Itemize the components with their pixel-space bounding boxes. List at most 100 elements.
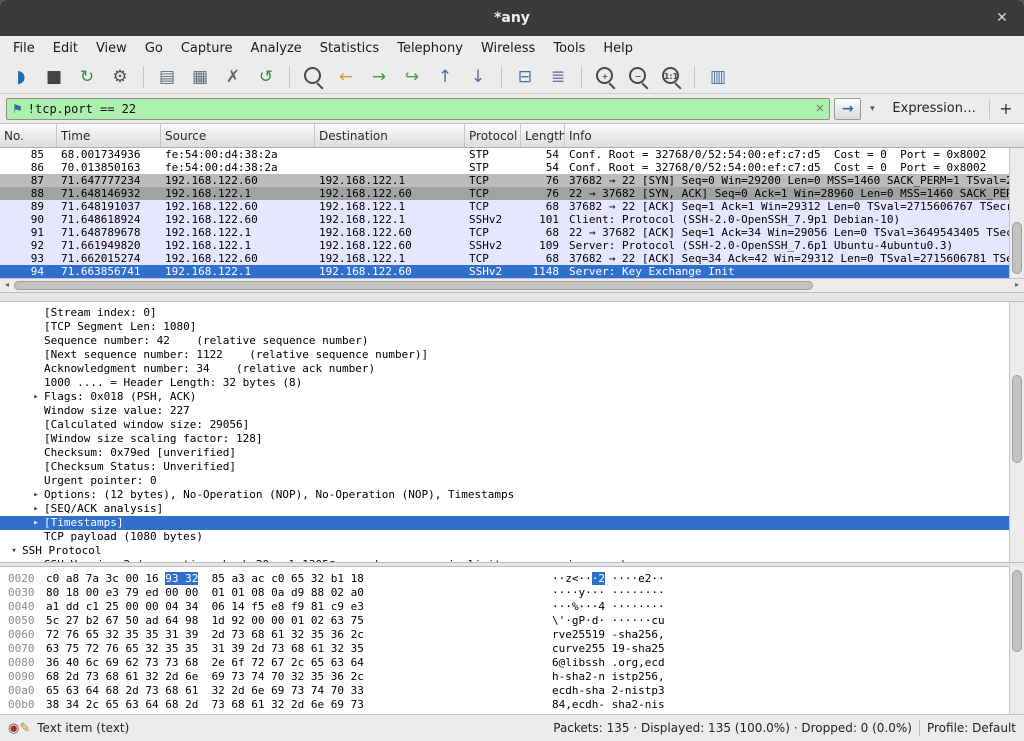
details-vscrollbar-thumb[interactable] xyxy=(1012,375,1022,463)
packet-row[interactable]: 8871.648146932192.168.122.1192.168.122.6… xyxy=(0,187,1009,200)
packet-row[interactable]: 8771.647777234192.168.122.60192.168.122.… xyxy=(0,174,1009,187)
detail-line[interactable]: [Next sequence number: 1122 (relative se… xyxy=(0,348,1009,362)
display-filter-value[interactable]: !tcp.port == 22 xyxy=(28,102,810,116)
menu-telephony[interactable]: Telephony xyxy=(388,38,472,59)
pane-splitter-top[interactable] xyxy=(0,292,1024,302)
menu-view[interactable]: View xyxy=(87,38,136,59)
detail-line[interactable]: ▾SSH Protocol xyxy=(0,544,1009,558)
menu-capture[interactable]: Capture xyxy=(172,38,242,59)
column-header-protocol[interactable]: Protocol xyxy=(465,124,521,147)
restart-capture-icon[interactable]: ↻ xyxy=(74,64,100,90)
detail-line[interactable]: Urgent pointer: 0 xyxy=(0,474,1009,488)
menu-file[interactable]: File xyxy=(4,38,44,59)
status-profile[interactable]: Profile: Default xyxy=(927,721,1016,735)
detail-line[interactable]: TCP payload (1080 bytes) xyxy=(0,530,1009,544)
expert-info-icon[interactable]: ◉ xyxy=(8,721,19,736)
scroll-left-icon[interactable]: ◂ xyxy=(0,280,14,289)
packet-row[interactable]: 9071.648618924192.168.122.60192.168.122.… xyxy=(0,213,1009,226)
hex-row[interactable]: 008036 40 6c 69 62 73 73 68 2e 6f 72 67 … xyxy=(0,656,1009,670)
detail-line[interactable]: 1000 .... = Header Length: 32 bytes (8) xyxy=(0,376,1009,390)
detail-line[interactable]: Acknowledgment number: 34 (relative ack … xyxy=(0,362,1009,376)
packet-row[interactable]: 9371.662015274192.168.122.60192.168.122.… xyxy=(0,252,1009,265)
packet-row[interactable]: 9271.661949820192.168.122.1192.168.122.6… xyxy=(0,239,1009,252)
column-header-info[interactable]: Info xyxy=(565,124,1024,147)
chevron-right-icon[interactable]: ▸ xyxy=(28,502,44,516)
autoscroll-icon[interactable]: ⊟ xyxy=(512,64,538,90)
hex-row[interactable]: 00a065 63 64 68 2d 73 68 61 32 2d 6e 69 … xyxy=(0,684,1009,698)
menu-wireless[interactable]: Wireless xyxy=(472,38,544,59)
start-capture-icon[interactable]: ◗ xyxy=(8,64,34,90)
column-header-destination[interactable]: Destination xyxy=(315,124,465,147)
hex-row[interactable]: 003080 18 00 e3 79 ed 00 00 01 01 08 0a … xyxy=(0,586,1009,600)
packet-row[interactable]: 9471.663856741192.168.122.1192.168.122.6… xyxy=(0,265,1009,278)
save-file-icon[interactable]: ▦ xyxy=(187,64,213,90)
scroll-right-icon[interactable]: ▸ xyxy=(1010,280,1024,289)
hex-vscrollbar[interactable] xyxy=(1009,566,1024,714)
chevron-down-icon[interactable]: ▾ xyxy=(6,544,22,558)
go-to-packet-icon[interactable]: ↪ xyxy=(399,64,425,90)
column-header-length[interactable]: Length xyxy=(521,124,565,147)
details-vscrollbar[interactable] xyxy=(1009,302,1024,562)
close-file-icon[interactable]: ✗ xyxy=(220,64,246,90)
column-header-source[interactable]: Source xyxy=(161,124,315,147)
filter-apply-button[interactable]: → xyxy=(834,98,861,120)
column-header-no[interactable]: No. xyxy=(0,124,57,147)
go-forward-icon[interactable]: → xyxy=(366,64,392,90)
hex-row[interactable]: 007063 75 72 76 65 32 35 35 31 39 2d 73 … xyxy=(0,642,1009,656)
filter-history-dropdown-icon[interactable]: ▾ xyxy=(865,104,879,114)
packet-list-hscrollbar-thumb[interactable] xyxy=(14,281,813,290)
chevron-right-icon[interactable]: ▸ xyxy=(28,516,44,530)
detail-line[interactable]: ▸Flags: 0x018 (PSH, ACK) xyxy=(0,390,1009,404)
packet-row[interactable]: 8568.001734936fe:54:00:d4:38:2aSTP54Conf… xyxy=(0,148,1009,161)
menu-statistics[interactable]: Statistics xyxy=(311,38,388,59)
packet-row[interactable]: 8971.648191037192.168.122.60192.168.122.… xyxy=(0,200,1009,213)
resize-columns-icon[interactable]: ▥ xyxy=(705,64,731,90)
menu-tools[interactable]: Tools xyxy=(544,38,594,59)
detail-line[interactable]: [Stream index: 0] xyxy=(0,306,1009,320)
chevron-right-icon[interactable]: ▸ xyxy=(28,488,44,502)
capture-options-icon[interactable]: ⚙ xyxy=(107,64,133,90)
hex-vscrollbar-thumb[interactable] xyxy=(1012,570,1022,651)
hex-row[interactable]: 00505c 27 b2 67 50 ad 64 98 1d 92 00 00 … xyxy=(0,614,1009,628)
packet-list-vscrollbar[interactable] xyxy=(1009,148,1024,278)
chevron-right-icon[interactable]: ▸ xyxy=(28,390,44,404)
detail-line[interactable]: [Checksum Status: Unverified] xyxy=(0,460,1009,474)
go-back-icon[interactable]: ← xyxy=(333,64,359,90)
detail-line[interactable]: Checksum: 0x79ed [unverified] xyxy=(0,446,1009,460)
capture-comment-icon[interactable]: ✎ xyxy=(19,721,30,736)
close-icon[interactable]: ✕ xyxy=(992,8,1012,28)
zoom-in-icon[interactable]: + xyxy=(592,64,618,90)
reload-icon[interactable]: ↺ xyxy=(253,64,279,90)
filter-clear-icon[interactable]: ✕ xyxy=(815,102,824,115)
zoom-original-icon[interactable]: 1:1 xyxy=(658,64,684,90)
menu-help[interactable]: Help xyxy=(594,38,642,59)
hex-row[interactable]: 00b038 34 2c 65 63 64 68 2d 73 68 61 32 … xyxy=(0,698,1009,712)
detail-line[interactable]: ▸[Timestamps] xyxy=(0,516,1009,530)
detail-line[interactable]: ▸[SEQ/ACK analysis] xyxy=(0,502,1009,516)
packet-list-hscrollbar[interactable]: ◂ ▸ xyxy=(0,278,1024,292)
open-file-icon[interactable]: ▤ xyxy=(154,64,180,90)
detail-line[interactable]: [Calculated window size: 29056] xyxy=(0,418,1009,432)
detail-line[interactable]: Sequence number: 42 (relative sequence n… xyxy=(0,334,1009,348)
find-packet-icon[interactable] xyxy=(300,64,326,90)
zoom-out-icon[interactable]: − xyxy=(625,64,651,90)
packet-row[interactable]: 8670.013850163fe:54:00:d4:38:2aSTP54Conf… xyxy=(0,161,1009,174)
detail-line[interactable]: Window size value: 227 xyxy=(0,404,1009,418)
go-last-icon[interactable]: ↓ xyxy=(465,64,491,90)
filter-bookmark-icon[interactable]: ⚑ xyxy=(12,102,23,116)
menu-go[interactable]: Go xyxy=(136,38,172,59)
detail-line[interactable]: [TCP Segment Len: 1080] xyxy=(0,320,1009,334)
hex-row[interactable]: 0020c0 a8 7a 3c 00 16 93 32 85 a3 ac c0 … xyxy=(0,572,1009,586)
detail-line[interactable]: [Window size scaling factor: 128] xyxy=(0,432,1009,446)
colorize-icon[interactable]: ≣ xyxy=(545,64,571,90)
display-filter-input[interactable]: ⚑ !tcp.port == 22 ✕ xyxy=(6,98,830,120)
column-header-time[interactable]: Time xyxy=(57,124,161,147)
packet-list-vscrollbar-thumb[interactable] xyxy=(1012,222,1022,274)
filter-add-button[interactable]: + xyxy=(994,98,1018,120)
hex-row[interactable]: 009068 2d 73 68 61 32 2d 6e 69 73 74 70 … xyxy=(0,670,1009,684)
detail-line[interactable]: ▸Options: (12 bytes), No-Operation (NOP)… xyxy=(0,488,1009,502)
packet-row[interactable]: 9171.648789678192.168.122.1192.168.122.6… xyxy=(0,226,1009,239)
go-first-icon[interactable]: ↑ xyxy=(432,64,458,90)
hex-row[interactable]: 006072 76 65 32 35 35 31 39 2d 73 68 61 … xyxy=(0,628,1009,642)
stop-capture-icon[interactable]: ■ xyxy=(41,64,67,90)
